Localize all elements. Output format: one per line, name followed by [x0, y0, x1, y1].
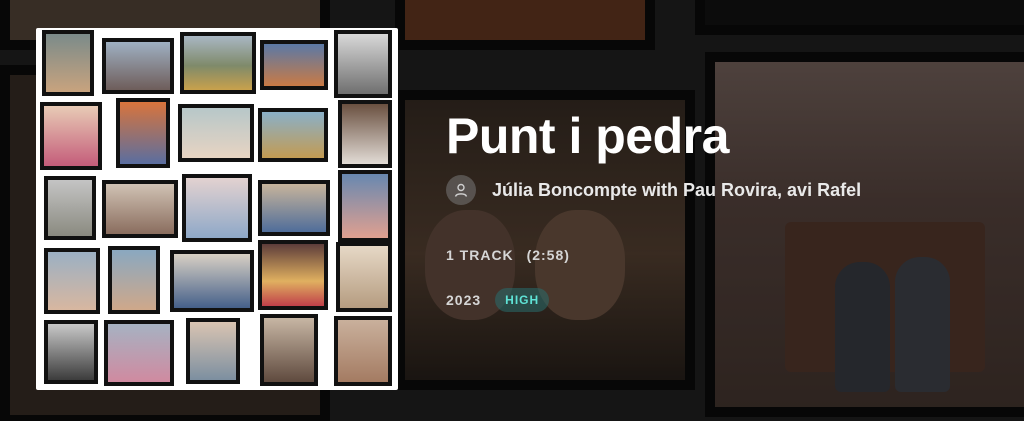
cover-photo: [336, 242, 392, 312]
cover-photo: [180, 32, 256, 94]
quality-badge: HIGH: [495, 288, 550, 312]
cover-photo: [116, 98, 170, 168]
cover-photo: [186, 318, 240, 384]
cover-photo: [42, 30, 94, 96]
album-title: Punt i pedra: [446, 108, 729, 164]
cover-photo: [44, 176, 96, 240]
cover-photo: [170, 250, 254, 312]
cover-photo: [338, 100, 392, 168]
track-info: 1 TRACK (2:58): [446, 247, 570, 263]
cover-photo: [258, 108, 328, 162]
cover-photo: [338, 170, 392, 242]
meta-row: 2023 HIGH: [446, 288, 550, 312]
cover-photo: [178, 104, 254, 162]
cover-photo: [102, 180, 178, 238]
cover-photo: [104, 320, 174, 386]
cover-photo: [44, 320, 98, 384]
cover-photo: [258, 180, 330, 236]
artist-name-link[interactable]: Júlia Boncompte with Pau Rovira, avi Raf…: [492, 180, 861, 201]
cover-photo: [258, 240, 328, 310]
track-count: 1 TRACK: [446, 247, 514, 263]
cover-photo: [182, 174, 252, 242]
release-year: 2023: [446, 292, 482, 308]
cover-photo: [334, 30, 392, 98]
cover-photo: [44, 248, 100, 314]
cover-photo: [102, 38, 174, 94]
cover-photo: [260, 40, 328, 90]
cover-photo: [260, 314, 318, 386]
cover-photo: [334, 316, 392, 386]
user-icon[interactable]: [446, 175, 476, 205]
cover-photo: [40, 102, 102, 170]
album-duration: (2:58): [526, 247, 570, 263]
artist-row[interactable]: Júlia Boncompte with Pau Rovira, avi Raf…: [446, 174, 861, 206]
cover-photo: [108, 246, 160, 314]
album-cover[interactable]: [36, 28, 398, 390]
